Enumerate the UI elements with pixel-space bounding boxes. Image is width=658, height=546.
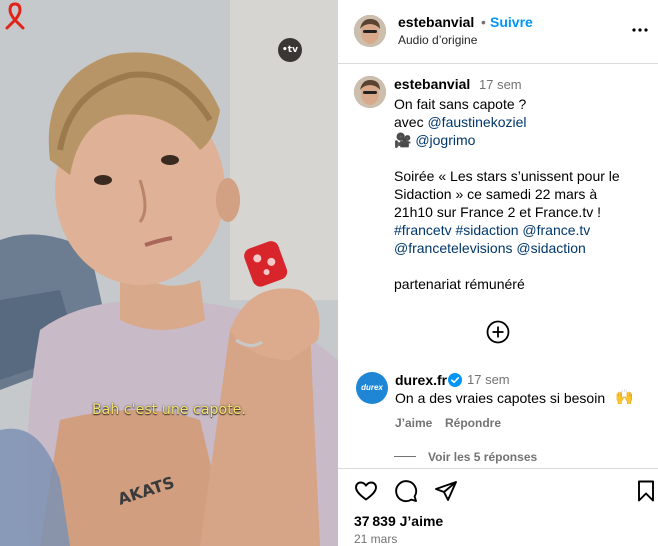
follow-button[interactable]: Suivre — [490, 14, 533, 30]
caption-line: On fait sans capote ? — [394, 96, 527, 112]
camera-emoji: 🎥 — [394, 132, 412, 148]
likes-count[interactable]: 37 839 J’aime — [354, 513, 443, 529]
add-comment-icon[interactable] — [486, 320, 510, 344]
caption-line: 21h10 sur France 2 et France.tv ! — [394, 204, 601, 220]
caption-line: Soirée « Les stars s’unissent pour le — [394, 168, 620, 184]
channel-logo-badge: •tv — [278, 38, 302, 62]
heart-icon[interactable] — [354, 479, 378, 503]
video-frame-illustration: AKATS — [0, 0, 338, 546]
verified-badge-icon — [448, 373, 462, 387]
comment-reply-button[interactable]: Répondre — [445, 416, 501, 430]
caption-prefix: avec — [394, 114, 428, 130]
header-separator: • — [481, 14, 486, 30]
post-media-video[interactable]: AKATS •tv Bah c'est une capote. — [0, 0, 338, 546]
avatar[interactable] — [354, 15, 386, 47]
video-subtitle: Bah c'est une capote. — [91, 402, 247, 418]
replies-divider — [394, 456, 416, 457]
hashtag-line[interactable]: @francetelevisions @sidaction — [394, 239, 646, 257]
sidaction-ribbon-logo — [5, 2, 25, 30]
profile-picture — [354, 15, 386, 47]
comment-username[interactable]: durex.fr — [395, 372, 447, 388]
share-icon[interactable] — [434, 479, 458, 503]
comment-like-button[interactable]: J’aime — [395, 416, 432, 430]
mention-link[interactable]: @faustinekoziel — [427, 114, 526, 130]
post-actions-bar: 37 839 J’aime 21 mars — [338, 468, 658, 546]
comment-timestamp[interactable]: 17 sem — [467, 372, 510, 387]
caption-text: On fait sans capote ? avec @faustinekozi… — [394, 95, 646, 293]
hashtag-line[interactable]: #francetv #sidaction @france.tv — [394, 221, 646, 239]
comment-text: On a des vraies capotes si besoin — [395, 390, 606, 406]
caption-timestamp[interactable]: 17 sem — [479, 77, 522, 92]
partnership-label: partenariat rémunéré — [394, 276, 525, 292]
mention-link[interactable]: @jogrimo — [415, 132, 475, 148]
comment-icon[interactable] — [394, 479, 418, 503]
post-date[interactable]: 21 mars — [354, 532, 397, 546]
caption-username[interactable]: estebanvial — [394, 76, 470, 92]
view-replies-label[interactable]: Voir les 5 réponses — [428, 450, 537, 464]
comment-item: durex durex.fr 17 sem On a des vraies ca… — [338, 366, 658, 440]
caption-line: Sidaction » ce samedi 22 mars à — [394, 186, 598, 202]
more-options-icon[interactable] — [630, 20, 650, 40]
caption-line: avec @faustinekoziel — [394, 113, 646, 131]
durex-logo-text: durex — [361, 383, 383, 392]
avatar[interactable] — [354, 76, 386, 108]
avatar[interactable]: durex — [356, 372, 388, 404]
post-side-panel: estebanvial • Suivre Audio d’origine est… — [338, 0, 658, 546]
caption-line: 🎥 @jogrimo — [394, 131, 646, 149]
profile-picture — [354, 76, 386, 108]
post-header: estebanvial • Suivre Audio d’origine — [338, 0, 658, 64]
bookmark-icon[interactable] — [634, 479, 658, 503]
raising-hands-emoji: 🙌 — [615, 389, 634, 406]
audio-label[interactable]: Audio d’origine — [398, 33, 477, 47]
header-username[interactable]: estebanvial — [398, 14, 474, 30]
